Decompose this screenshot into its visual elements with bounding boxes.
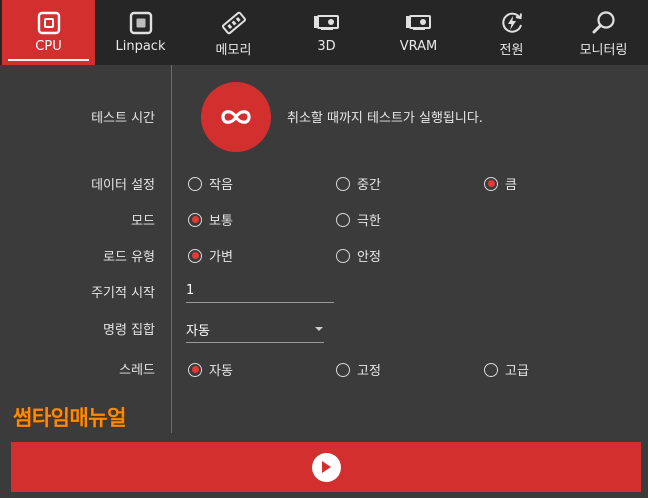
tab-memory-label: 메모리 [215,43,252,58]
chevron-down-icon [315,327,323,331]
radio-circle [188,176,202,191]
radio-threads-fixed[interactable]: 고정 [336,360,381,379]
tab-monitoring[interactable]: 모니터링 [557,0,648,65]
radio-load-variable[interactable]: 가변 [188,246,233,265]
tab-power[interactable]: 전원 [465,0,558,65]
periodic-start-value: 1 [186,283,195,298]
memory-icon [187,11,280,35]
gpu-3d-icon [280,11,373,35]
watermark: 썸타임매뉴얼 [13,406,126,430]
active-tab-underline [8,59,89,61]
radio-label: 작음 [209,178,233,193]
tab-vram[interactable]: VRAM [372,0,465,65]
radio-label: 가변 [209,250,233,265]
periodic-start-label: 주기적 시작 [91,286,155,301]
data-setting-label: 데이터 설정 [91,178,155,193]
radio-threads-auto[interactable]: 자동 [188,360,233,379]
load-type-label: 로드 유형 [103,250,155,265]
tab-cpu-label: CPU [35,39,62,54]
radio-circle [336,212,350,227]
threads-label: 스레드 [119,363,155,378]
tab-bar: CPU Linpack 메모리 3D VRAM 전원 모니터링 [0,0,648,65]
panel-divider [171,65,172,433]
periodic-start-input[interactable]: 1 [186,280,334,303]
radio-mode-normal[interactable]: 보통 [188,210,233,229]
radio-label: 고정 [357,364,381,379]
radio-label: 고급 [505,364,529,379]
radio-data-small[interactable]: 작음 [188,174,233,193]
tab-3d[interactable]: 3D [280,0,373,65]
radio-label: 안정 [357,250,381,265]
test-time-infinity-button[interactable] [201,82,271,152]
radio-label: 자동 [209,364,233,379]
radio-data-large[interactable]: 큼 [484,174,517,193]
mode-label: 모드 [131,214,155,229]
radio-circle [484,362,498,377]
tab-cpu[interactable]: CPU [2,0,95,65]
tab-linpack[interactable]: Linpack [94,0,187,65]
radio-label: 큼 [505,178,517,193]
play-icon [311,452,341,482]
monitoring-icon [557,11,648,35]
linpack-icon [94,11,187,35]
vram-icon [372,11,465,35]
radio-circle [336,248,350,263]
tab-linpack-label: Linpack [115,39,166,54]
tab-3d-label: 3D [317,39,336,54]
tab-monitoring-label: 모니터링 [579,43,628,58]
radio-circle-selected [188,212,202,227]
radio-label: 보통 [209,214,233,229]
test-time-label: 테스트 시간 [91,111,155,126]
radio-circle-selected [188,362,202,377]
radio-label: 중간 [357,178,381,193]
cpu-icon [2,11,95,35]
tab-vram-label: VRAM [399,39,438,54]
instruction-set-select[interactable]: 자동 [186,317,324,343]
infinity-icon [221,110,251,124]
tab-memory[interactable]: 메모리 [187,0,280,65]
tab-power-label: 전원 [499,43,524,58]
radio-circle [336,176,350,191]
radio-label: 극한 [357,214,381,229]
radio-mode-extreme[interactable]: 극한 [336,210,381,229]
radio-circle [336,362,350,377]
radio-circle-selected [188,248,202,263]
power-icon [465,11,558,35]
start-test-button[interactable] [11,442,641,492]
test-time-description: 취소할 때까지 테스트가 실행됩니다. [287,111,483,126]
instruction-set-label: 명령 집합 [103,323,155,338]
radio-load-stable[interactable]: 안정 [336,246,381,265]
radio-data-medium[interactable]: 중간 [336,174,381,193]
radio-circle-selected [484,176,498,191]
instruction-set-value: 자동 [186,324,210,339]
radio-threads-advanced[interactable]: 고급 [484,360,529,379]
